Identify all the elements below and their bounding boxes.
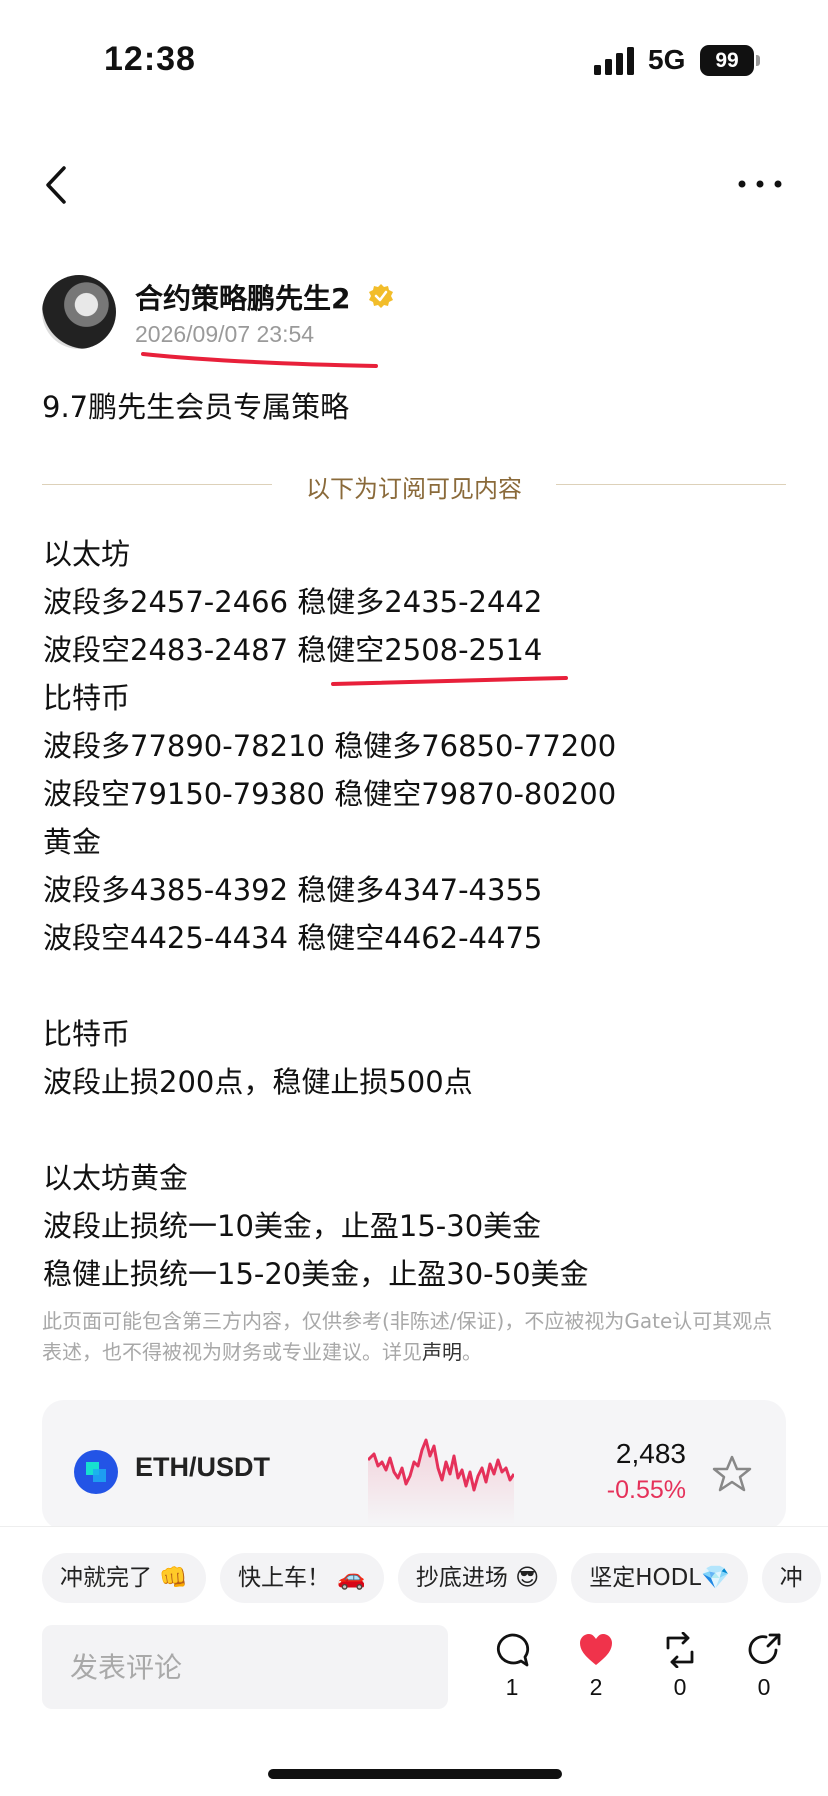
- signal-icon: [594, 47, 634, 75]
- content-line: 稳健止损统一15-20美金，止盈30-50美金: [43, 1257, 589, 1291]
- content-line: 波段止损200点，稳健止损500点: [43, 1065, 473, 1099]
- content-line: 波段空4425-4434 稳健空4462-4475: [43, 921, 543, 955]
- battery-tip: [756, 55, 760, 66]
- status-time: 12:38: [104, 40, 196, 78]
- post-timestamp: 2026/09/07 23:54: [135, 321, 315, 347]
- quick-reply-chip[interactable]: 冲就完了 👊: [42, 1553, 206, 1603]
- quick-reply-chip[interactable]: 坚定HODL💎: [571, 1553, 748, 1603]
- content-line: 比特币: [43, 1017, 131, 1051]
- post-content: 以太坊波段多2457-2466 稳健多2435-2442 波段空2483-2487…: [43, 530, 803, 1298]
- content-line: 波段多4385-4392 稳健多4347-4355: [43, 873, 543, 907]
- quick-reply-chip[interactable]: 快上车！ 🚗: [219, 1553, 384, 1603]
- content-line: 波段多2457-2466 稳健多2435-2442: [43, 585, 543, 619]
- home-indicator: [268, 1769, 562, 1779]
- subscription-divider: 以下为订阅可见内容: [42, 465, 786, 505]
- post-title: 9.7鹏先生会员专属策略: [42, 390, 350, 424]
- repost-button[interactable]: 0: [652, 1632, 708, 1712]
- avatar[interactable]: [42, 275, 116, 349]
- heart-icon: [580, 1634, 612, 1665]
- quick-reply-chips: 冲就完了 👊 快上车！ 🚗 抄底进场 😎 坚定HODL💎 冲: [42, 1553, 828, 1605]
- ticker-price: 2,483: [615, 1438, 686, 1469]
- star-icon[interactable]: [712, 1454, 752, 1494]
- ticker-card[interactable]: ETH/USDT 2,483 -0.55%: [42, 1400, 786, 1530]
- repost-icon: [666, 1632, 694, 1668]
- disclaimer-text: 此页面可能包含第三方内容，仅供参考(非陈述/保证)，不应被视为Gate认可其观点…: [42, 1309, 773, 1364]
- disclaimer: 此页面可能包含第三方内容，仅供参考(非陈述/保证)，不应被视为Gate认可其观点…: [42, 1306, 790, 1368]
- status-bar: 12:38 5G 99: [0, 0, 828, 120]
- quick-reply-chip[interactable]: 抄底进场 😎: [397, 1553, 558, 1603]
- content-line: 波段多77890-78210 稳健多76850-77200: [43, 729, 617, 763]
- author-name[interactable]: 合约策略鹏先生2: [135, 277, 350, 317]
- content-line: 以太坊: [43, 537, 131, 571]
- content-line: 波段止损统一10美金，止盈15-30美金: [43, 1209, 542, 1243]
- network-type: 5G: [648, 44, 686, 75]
- ticker-change: -0.55%: [606, 1476, 686, 1504]
- share-icon: [748, 1633, 781, 1665]
- divider-line-right: [556, 484, 786, 485]
- back-icon[interactable]: [38, 162, 78, 208]
- verified-badge-icon: [369, 284, 393, 308]
- content-line: 黄金: [43, 825, 102, 859]
- sparkline-chart: [368, 1438, 514, 1524]
- disclaimer-end: 。: [462, 1340, 482, 1364]
- more-icon[interactable]: [736, 172, 784, 196]
- quick-reply-chip[interactable]: 冲: [761, 1553, 821, 1603]
- like-count: 2: [589, 1674, 603, 1700]
- top-nav: [0, 150, 828, 220]
- share-button[interactable]: 0: [736, 1632, 792, 1712]
- bottom-bar: 冲就完了 👊 快上车！ 🚗 抄底进场 😎 坚定HODL💎 冲 1 2 0 0: [0, 1526, 828, 1796]
- comment-input[interactable]: [42, 1625, 448, 1709]
- disclaimer-link[interactable]: 声明: [422, 1340, 462, 1364]
- ticker-pair: ETH/USDT: [135, 1452, 270, 1482]
- content-line: 以太坊黄金: [43, 1161, 189, 1195]
- author-header: 合约策略鹏先生2 2026/09/07 23:54: [42, 275, 782, 355]
- red-underline-mark: [331, 676, 568, 686]
- repost-count: 0: [673, 1674, 687, 1700]
- red-underline-mark: [141, 352, 378, 368]
- battery-icon: 99: [700, 45, 754, 76]
- comment-count: 1: [505, 1674, 519, 1700]
- content-line: 波段空79150-79380 稳健空79870-80200: [43, 777, 617, 811]
- share-count: 0: [757, 1674, 771, 1700]
- comment-button[interactable]: 1: [484, 1632, 540, 1712]
- like-button[interactable]: 2: [568, 1632, 624, 1712]
- comment-icon: [496, 1633, 530, 1667]
- divider-label: 以下为订阅可见内容: [306, 475, 522, 503]
- content-line: 波段空2483-2487 稳健空2508-2514: [43, 633, 543, 667]
- coin-icon: [74, 1450, 118, 1494]
